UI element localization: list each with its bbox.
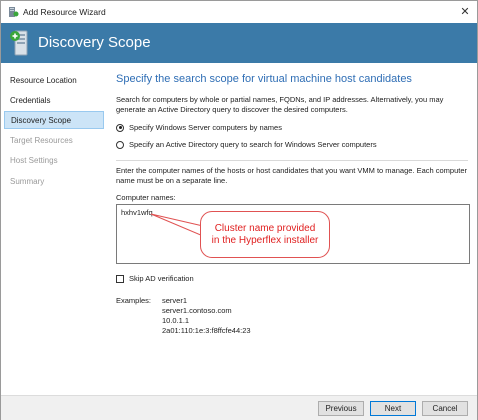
- wizard-content: Specify the search scope for virtual mac…: [107, 63, 477, 395]
- examples-label: Examples:: [116, 296, 152, 305]
- annotation-callout: Cluster name provided in the Hyperflex i…: [200, 211, 330, 258]
- radio-button-names[interactable]: [116, 123, 124, 132]
- nav-step-discovery-scope[interactable]: Discovery Scope: [4, 111, 104, 129]
- next-button[interactable]: Next: [370, 401, 416, 416]
- wizard-app-icon: [9, 7, 19, 17]
- nav-step-host-settings: Host Settings: [10, 156, 58, 165]
- previous-button[interactable]: Previous: [318, 401, 364, 416]
- close-icon[interactable]: ✕: [457, 4, 473, 20]
- add-resource-wizard-window: Add Resource Wizard ✕ Discovery Scope Re…: [0, 0, 478, 420]
- callout-text-line1: Cluster name provided: [214, 222, 316, 234]
- nav-step-resource-location[interactable]: Resource Location: [4, 72, 104, 90]
- skip-ad-label[interactable]: Skip AD verification: [129, 274, 194, 283]
- section-description: Search for computers by whole or partial…: [116, 95, 444, 114]
- nav-step-credentials[interactable]: Credentials: [4, 92, 104, 110]
- radio-label-ad-query[interactable]: Specify an Active Directory query to sea…: [129, 140, 377, 149]
- radio-button-ad-query[interactable]: [116, 140, 124, 149]
- cancel-button[interactable]: Cancel: [422, 401, 468, 416]
- radio-option-names[interactable]: Specify Windows Server computers by name…: [116, 123, 282, 132]
- computer-names-label: Computer names:: [116, 193, 176, 202]
- nav-step-target-resources: Target Resources: [10, 136, 73, 145]
- window-title: Add Resource Wizard: [23, 7, 106, 17]
- example-item: 2a01:110:1e:3:f8ffcfe44:23: [162, 326, 251, 335]
- examples-list: server1 server1.contoso.com 10.0.1.1 2a0…: [162, 296, 251, 336]
- example-item: server1: [162, 296, 188, 305]
- skip-ad-verification-option[interactable]: Skip AD verification: [116, 274, 194, 283]
- instructions-text: Enter the computer names of the hosts or…: [116, 166, 468, 185]
- page-title: Discovery Scope: [38, 34, 151, 51]
- example-item: 10.0.1.1: [162, 316, 190, 325]
- radio-label-names[interactable]: Specify Windows Server computers by name…: [129, 123, 282, 132]
- page-banner: Discovery Scope: [1, 23, 477, 63]
- wizard-steps-nav: Resource Location Credentials Discovery …: [1, 63, 107, 395]
- nav-step-summary: Summary: [10, 177, 45, 186]
- wizard-footer: Previous Next Cancel: [1, 395, 477, 420]
- server-add-icon: [10, 30, 28, 56]
- radio-option-ad-query[interactable]: Specify an Active Directory query to sea…: [116, 140, 377, 149]
- callout-text-line2: in the Hyperflex installer: [211, 234, 319, 246]
- example-item: server1.contoso.com: [162, 306, 232, 315]
- skip-ad-checkbox[interactable]: [116, 274, 124, 283]
- title-bar: Add Resource Wizard ✕: [1, 1, 477, 23]
- section-heading: Specify the search scope for virtual mac…: [116, 73, 412, 85]
- section-divider: [116, 160, 468, 161]
